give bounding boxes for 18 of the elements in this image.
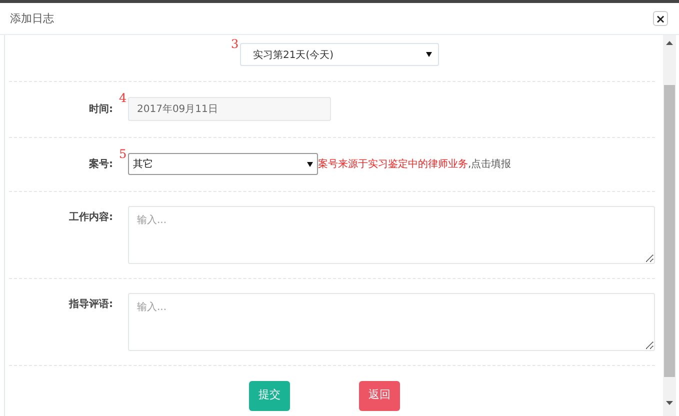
caret-icon <box>426 52 432 57</box>
case-select[interactable]: 其它 <box>128 153 318 175</box>
field-label: 工作内容: <box>68 210 113 224</box>
text-area[interactable]: 输入... <box>128 206 655 264</box>
case-note: 案号来源于实习鉴定中的律师业务,点击填报 <box>318 158 512 171</box>
field-label: 指导评语: <box>68 298 113 311</box>
annotation-number: 4 <box>119 91 127 105</box>
dialog-title: 添加日志 <box>10 11 54 26</box>
field-label: 案号: <box>88 157 113 171</box>
caret-icon <box>307 162 313 166</box>
field-label: 时间: <box>88 102 113 116</box>
scrollbar[interactable] <box>663 35 676 416</box>
annotation-number: 3 <box>231 37 239 51</box>
annotation-number: 5 <box>119 147 127 161</box>
close-button[interactable]: × <box>653 11 668 26</box>
text-area[interactable]: 输入... <box>128 293 655 351</box>
date-field: 2017年09月11日 <box>128 97 331 121</box>
day-select[interactable]: 实习第21天(今天) <box>240 43 439 66</box>
